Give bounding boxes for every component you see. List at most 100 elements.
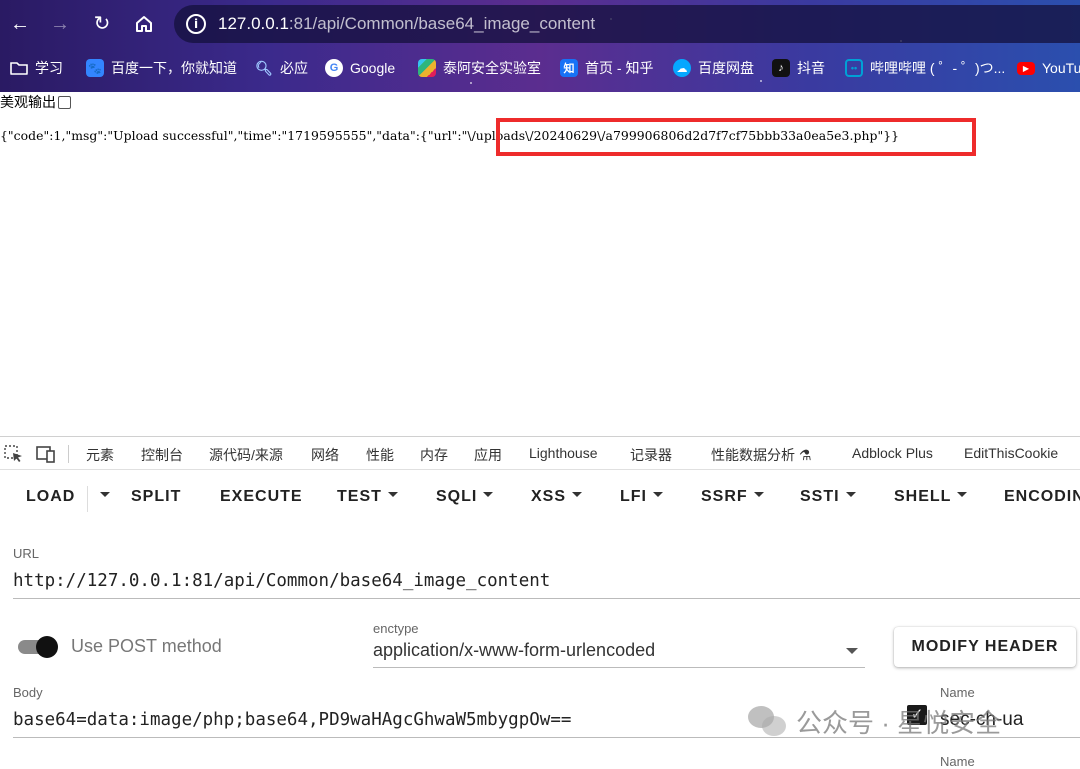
tab-network[interactable]: 网络 <box>311 445 339 465</box>
tab-memory[interactable]: 内存 <box>420 445 448 465</box>
tab-performance[interactable]: 性能 <box>366 445 394 465</box>
bookmark-label: 必应 <box>280 60 308 76</box>
url-field-label: URL <box>13 546 40 561</box>
body-input[interactable]: base64=data:image/php;base64,PD9waHAgcGh… <box>13 710 571 730</box>
bookmark-label: 首页 - 知乎 <box>585 60 654 76</box>
bookmark-label: 泰阿安全实验室 <box>443 60 541 76</box>
ssti-label: SSTI <box>800 488 840 505</box>
split-button[interactable]: SPLIT <box>131 488 181 506</box>
devtools-tab-bar: 元素 控制台 源代码/来源 网络 性能 内存 应用 Lighthouse 记录器… <box>0 436 1080 470</box>
bookmark-folder-study[interactable]: 学习 <box>10 56 63 80</box>
tab-application[interactable]: 应用 <box>474 445 502 465</box>
highlight-annotation-box <box>496 118 976 156</box>
load-dropdown-button[interactable] <box>94 488 110 506</box>
bookmark-label: 学习 <box>35 60 63 76</box>
bookmark-youtube[interactable]: ▶ YouTu <box>1017 56 1080 80</box>
tab-adblock-plus[interactable]: Adblock Plus <box>852 445 933 461</box>
chevron-down-icon[interactable] <box>846 648 858 654</box>
load-divider <box>87 486 88 512</box>
slack-icon <box>418 59 436 77</box>
bookmark-baidu[interactable]: 🐾 百度一下，你就知道 <box>86 56 237 80</box>
bookmark-google[interactable]: G Google <box>325 56 395 80</box>
pretty-print-label: 美观输出 <box>0 95 56 111</box>
url-input[interactable]: http://127.0.0.1:81/api/Common/base64_im… <box>13 571 550 591</box>
execute-button[interactable]: EXECUTE <box>220 488 303 506</box>
chevron-down-icon <box>100 492 110 498</box>
body-field-label: Body <box>13 685 43 700</box>
tab-lighthouse[interactable]: Lighthouse <box>529 445 598 461</box>
bookmark-bing[interactable]: 🔍︎ 必应 <box>255 56 308 80</box>
test-label: TEST <box>337 488 382 505</box>
ssti-menu[interactable]: SSTI <box>800 488 856 506</box>
ssrf-menu[interactable]: SSRF <box>701 488 764 506</box>
xss-menu[interactable]: XSS <box>531 488 583 506</box>
toggle-knob <box>36 636 58 658</box>
bookmark-bilibili[interactable]: •• 哔哩哔哩 ( ゜- ゜)つ... <box>845 56 1005 80</box>
chevron-down-icon <box>957 492 968 498</box>
bookmark-label: 百度一下，你就知道 <box>111 60 237 76</box>
sqli-label: SQLI <box>436 488 478 505</box>
google-icon: G <box>325 59 343 77</box>
url-input-underline <box>13 598 1080 599</box>
watermark-text: 公众号 · 星悦安全 <box>796 708 1002 738</box>
chevron-down-icon <box>653 492 663 498</box>
inspect-element-icon[interactable] <box>4 445 24 463</box>
enctype-select[interactable]: application/x-www-form-urlencoded <box>373 640 655 661</box>
url-host: 127.0.0.1 <box>218 14 289 33</box>
bookmark-label: 抖音 <box>797 60 825 76</box>
address-url[interactable]: 127.0.0.1:81/api/Common/base64_image_con… <box>218 14 595 34</box>
post-method-toggle[interactable] <box>16 636 62 658</box>
bookmark-baidu-netdisk[interactable]: ☁ 百度网盘 <box>673 56 754 80</box>
load-button[interactable]: LOAD <box>26 488 75 506</box>
chevron-down-icon <box>845 492 856 498</box>
device-toolbar-icon[interactable] <box>36 445 56 463</box>
tab-recorder[interactable]: 记录器 <box>630 445 672 465</box>
back-arrow-icon[interactable]: ← <box>4 8 36 40</box>
pretty-print-option[interactable]: 美观输出 <box>0 93 71 111</box>
test-menu[interactable]: TEST <box>337 488 398 506</box>
enctype-label: enctype <box>373 621 419 636</box>
bookmark-label: Google <box>350 60 396 76</box>
post-method-label: Use POST method <box>71 636 222 656</box>
toolbar-divider <box>68 445 69 463</box>
youtube-icon: ▶ <box>1017 61 1035 75</box>
forward-arrow-icon[interactable]: → <box>44 8 76 40</box>
bilibili-icon: •• <box>845 59 863 77</box>
search-icon: 🔍︎ <box>255 59 273 76</box>
tab-sources[interactable]: 源代码/来源 <box>209 445 283 465</box>
encoding-label: ENCODIN <box>1004 488 1080 505</box>
home-icon-glyph <box>136 16 152 32</box>
hackbar-menu: LOAD SPLIT EXECUTE TEST SQLI XSS LFI SSR… <box>0 472 1080 524</box>
baidu-icon: 🐾 <box>86 59 104 77</box>
bookmark-taia-lab[interactable]: 泰阿安全实验室 <box>418 56 541 80</box>
reload-icon[interactable]: ↻ <box>86 8 118 40</box>
site-info-icon[interactable]: i <box>186 14 206 34</box>
sqli-menu[interactable]: SQLI <box>436 488 494 506</box>
pretty-print-checkbox[interactable] <box>58 95 71 109</box>
folder-icon <box>10 62 28 75</box>
tab-performance-insights[interactable]: 性能数据分析 ⚗ <box>711 445 811 465</box>
wechat-watermark: 公众号 · 星悦安全 <box>748 703 1001 740</box>
bookmark-zhihu[interactable]: 知 首页 - 知乎 <box>560 56 653 80</box>
lfi-menu[interactable]: LFI <box>620 488 663 506</box>
shell-menu[interactable]: SHELL <box>894 488 968 506</box>
wechat-icon <box>748 704 788 740</box>
browser-chrome: ← → ↻ i 127.0.0.1:81/api/Common/base64_i… <box>0 0 1080 92</box>
chevron-down-icon <box>387 492 398 498</box>
tab-editthiscookie[interactable]: EditThisCookie <box>964 445 1058 461</box>
chevron-down-icon <box>572 492 583 498</box>
tab-console[interactable]: 控制台 <box>141 445 183 465</box>
zhihu-icon: 知 <box>560 59 578 77</box>
modify-header-button[interactable]: MODIFY HEADER <box>894 627 1076 667</box>
chevron-down-icon <box>483 492 494 498</box>
enctype-underline <box>373 667 865 668</box>
tiktok-icon: ♪ <box>772 59 790 77</box>
cloud-icon: ☁ <box>673 59 691 77</box>
ssrf-label: SSRF <box>701 488 748 505</box>
home-icon[interactable] <box>128 8 160 40</box>
address-bar[interactable]: i 127.0.0.1:81/api/Common/base64_image_c… <box>174 5 1080 43</box>
encoding-menu[interactable]: ENCODIN <box>1004 488 1080 506</box>
lfi-label: LFI <box>620 488 647 505</box>
bookmark-douyin[interactable]: ♪ 抖音 <box>772 56 825 80</box>
tab-elements[interactable]: 元素 <box>86 445 114 465</box>
